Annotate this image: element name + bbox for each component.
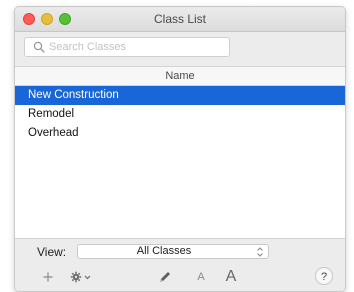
pencil-icon bbox=[160, 272, 170, 282]
search-box[interactable] bbox=[24, 37, 230, 57]
gear-icon bbox=[70, 271, 91, 283]
view-select-value: All Classes bbox=[136, 245, 192, 257]
chevron-down-icon bbox=[84, 275, 91, 280]
list-item[interactable]: New Construction bbox=[15, 86, 345, 105]
title-bar[interactable]: Class List bbox=[15, 7, 345, 32]
increase-font-button[interactable]: A bbox=[223, 268, 239, 286]
window-title: Class List bbox=[153, 12, 206, 26]
edit-button[interactable] bbox=[157, 268, 173, 286]
list-item[interactable]: Remodel bbox=[15, 105, 345, 124]
search-icon bbox=[33, 41, 45, 53]
list-item[interactable]: Overhead bbox=[15, 124, 345, 143]
class-list: New Construction Remodel Overhead bbox=[15, 86, 345, 238]
help-button[interactable]: ? bbox=[315, 267, 333, 285]
search-input[interactable] bbox=[49, 39, 225, 55]
class-list-window: Class List Name New Construction Remodel… bbox=[14, 6, 346, 292]
plus-icon bbox=[43, 272, 53, 282]
chevron-updown-icon bbox=[257, 247, 263, 257]
search-area bbox=[15, 32, 345, 66]
view-label: View: bbox=[37, 245, 67, 259]
settings-menu-button[interactable] bbox=[69, 268, 97, 286]
decrease-font-button[interactable]: A bbox=[195, 268, 207, 286]
view-select[interactable]: All Classes bbox=[77, 244, 269, 259]
column-header-name[interactable]: Name bbox=[15, 66, 345, 86]
footer-bar: View: All Classes A A ? bbox=[15, 238, 345, 291]
add-class-button[interactable] bbox=[41, 268, 55, 286]
